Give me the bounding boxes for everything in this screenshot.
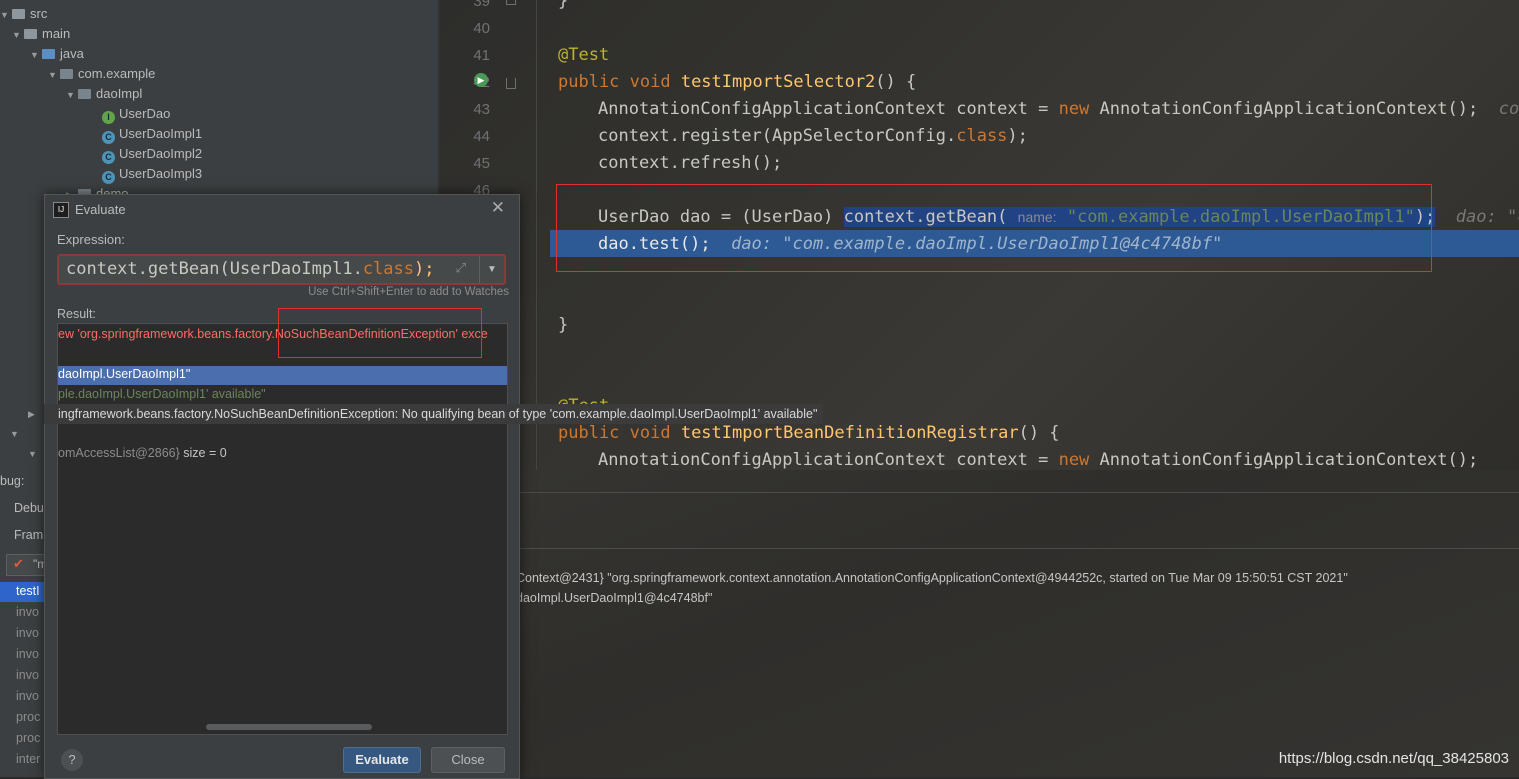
result-tree[interactable]: ew 'org.springframework.beans.factory.No…	[57, 323, 508, 735]
folder-icon	[12, 9, 25, 19]
tree-item-userdaoimpl1[interactable]: C UserDaoImpl1	[102, 124, 202, 144]
watermark: https://blog.csdn.net/qq_38425803	[1278, 750, 1509, 767]
collapse-arrow-icon[interactable]: ▼	[12, 25, 24, 45]
line-number: 43	[473, 101, 490, 118]
watch-hint: Use Ctrl+Shift+Enter to add to Watches	[308, 286, 509, 298]
result-selected-text: daoImpl.UserDaoImpl1"	[58, 367, 191, 381]
frame-item[interactable]: inter	[16, 752, 40, 766]
code-line: public void testImportSelector2() {	[558, 72, 917, 92]
fold-marker-icon[interactable]	[506, 0, 516, 5]
intellij-logo-icon: IJ	[53, 202, 69, 218]
collapse-arrow-icon[interactable]: ▼	[10, 424, 22, 444]
variable-dao[interactable]: daoImpl.UserDaoImpl1@4c4748bf"	[516, 591, 712, 605]
tree-item-userdao[interactable]: I UserDao	[102, 104, 170, 124]
evaluate-dialog: IJ Evaluate ✕ Expression: context.getBea…	[44, 194, 520, 779]
package-icon	[60, 69, 73, 79]
collapse-arrow-icon[interactable]: ▼	[66, 85, 78, 105]
source-folder-icon	[42, 49, 55, 59]
collapse-arrow-icon[interactable]: ▼	[30, 45, 42, 65]
frame-item[interactable]: proc	[16, 710, 40, 724]
line-number: 40	[473, 20, 490, 37]
dialog-title-bar[interactable]: IJ Evaluate ✕	[45, 195, 519, 223]
line-number: 39	[473, 0, 490, 10]
tab-debugger[interactable]: Debu	[14, 501, 44, 515]
frame-item[interactable]: testI	[16, 584, 40, 598]
tree-item-java[interactable]: ▼ java	[30, 44, 84, 64]
gutter-divider	[536, 0, 537, 470]
frame-item[interactable]: invo	[16, 647, 39, 661]
class-icon: C	[102, 131, 115, 144]
red-highlight-box	[556, 184, 1432, 272]
line-number: 44	[473, 128, 490, 145]
dialog-title: Evaluate	[75, 202, 126, 217]
divider	[518, 548, 1519, 549]
tree-item-com-example[interactable]: ▼ com.example	[48, 64, 155, 84]
collapse-arrow-icon[interactable]: ▼	[28, 444, 40, 464]
code-line: context.register(AppSelectorConfig.class…	[598, 126, 1028, 146]
tree-item-daoimpl[interactable]: ▼ daoImpl	[66, 84, 142, 104]
tree-item-main[interactable]: ▼ main	[12, 24, 70, 44]
tree-item-userdaoimpl2[interactable]: C UserDaoImpl2	[102, 144, 202, 164]
result-message[interactable]: ple.daoImpl.UserDaoImpl1' available"	[58, 387, 266, 401]
close-button[interactable]: Close	[431, 747, 505, 773]
history-dropdown-icon[interactable]: ▼	[479, 256, 504, 283]
code-line: context.refresh();	[598, 153, 783, 173]
debug-label: bug:	[0, 474, 25, 488]
evaluate-button[interactable]: Evaluate	[343, 747, 421, 773]
result-list[interactable]: omAccessList@2866} size = 0	[58, 446, 227, 460]
tree-item-userdaoimpl3[interactable]: C UserDaoImpl3	[102, 164, 202, 184]
package-icon	[78, 89, 91, 99]
code-line: public void testImportBeanDefinitionRegi…	[558, 423, 1060, 443]
collapse-arrow-icon[interactable]: ▼	[0, 5, 12, 25]
exception-tooltip: ingframework.beans.factory.NoSuchBeanDef…	[44, 404, 824, 424]
code-line: AnnotationConfigApplicationContext conte…	[598, 99, 1519, 119]
check-icon: ✔	[13, 556, 24, 571]
expression-input[interactable]: context.getBean(UserDaoImpl1.class); ⤢ ▼	[57, 254, 506, 285]
frame-item[interactable]: invo	[16, 689, 39, 703]
expand-arrow-icon[interactable]: ▶	[28, 404, 40, 424]
help-button[interactable]: ?	[61, 749, 83, 771]
variable-context[interactable]: Context@2431} "org.springframework.conte…	[516, 571, 1348, 585]
class-icon: C	[102, 171, 115, 184]
interface-icon: I	[102, 111, 115, 124]
tree-expand-arrow[interactable]: ▶	[28, 403, 40, 423]
code-line: @Test	[558, 45, 610, 65]
tree-collapse-arrow[interactable]: ▼	[10, 423, 22, 443]
tab-frames[interactable]: Fram	[14, 528, 43, 542]
frames-column: bug: Debu Fram ✔ "m testI invo invo invo…	[0, 470, 47, 777]
line-number: 41	[473, 47, 490, 64]
folder-icon	[24, 29, 37, 39]
result-label: Result:	[57, 307, 96, 321]
horizontal-scrollbar[interactable]	[206, 724, 372, 730]
thread-selector[interactable]: ✔ "m	[6, 554, 47, 576]
run-test-icon[interactable]: ▶	[474, 73, 488, 87]
frame-item[interactable]: invo	[16, 605, 39, 619]
tree-collapse-arrow[interactable]: ▼	[28, 443, 40, 463]
frame-item[interactable]: proc	[16, 731, 40, 745]
fold-marker-icon[interactable]	[506, 78, 516, 89]
tree-item-src[interactable]: ▼ src	[0, 4, 47, 24]
code-line: }	[558, 0, 569, 11]
expand-icon[interactable]: ⤢	[456, 260, 466, 276]
class-icon: C	[102, 151, 115, 164]
line-number: 45	[473, 155, 490, 172]
expression-label: Expression:	[57, 232, 125, 247]
red-highlight-box	[278, 308, 482, 358]
close-icon[interactable]: ✕	[491, 198, 505, 218]
code-editor[interactable]: 39 40 41 42 43 44 45 46 ▶ } @Test public…	[440, 0, 1519, 470]
frame-item[interactable]: invo	[16, 626, 39, 640]
collapse-arrow-icon[interactable]: ▼	[48, 65, 60, 85]
divider	[518, 492, 1519, 493]
frame-item[interactable]: invo	[16, 668, 39, 682]
code-line: }	[558, 315, 569, 335]
